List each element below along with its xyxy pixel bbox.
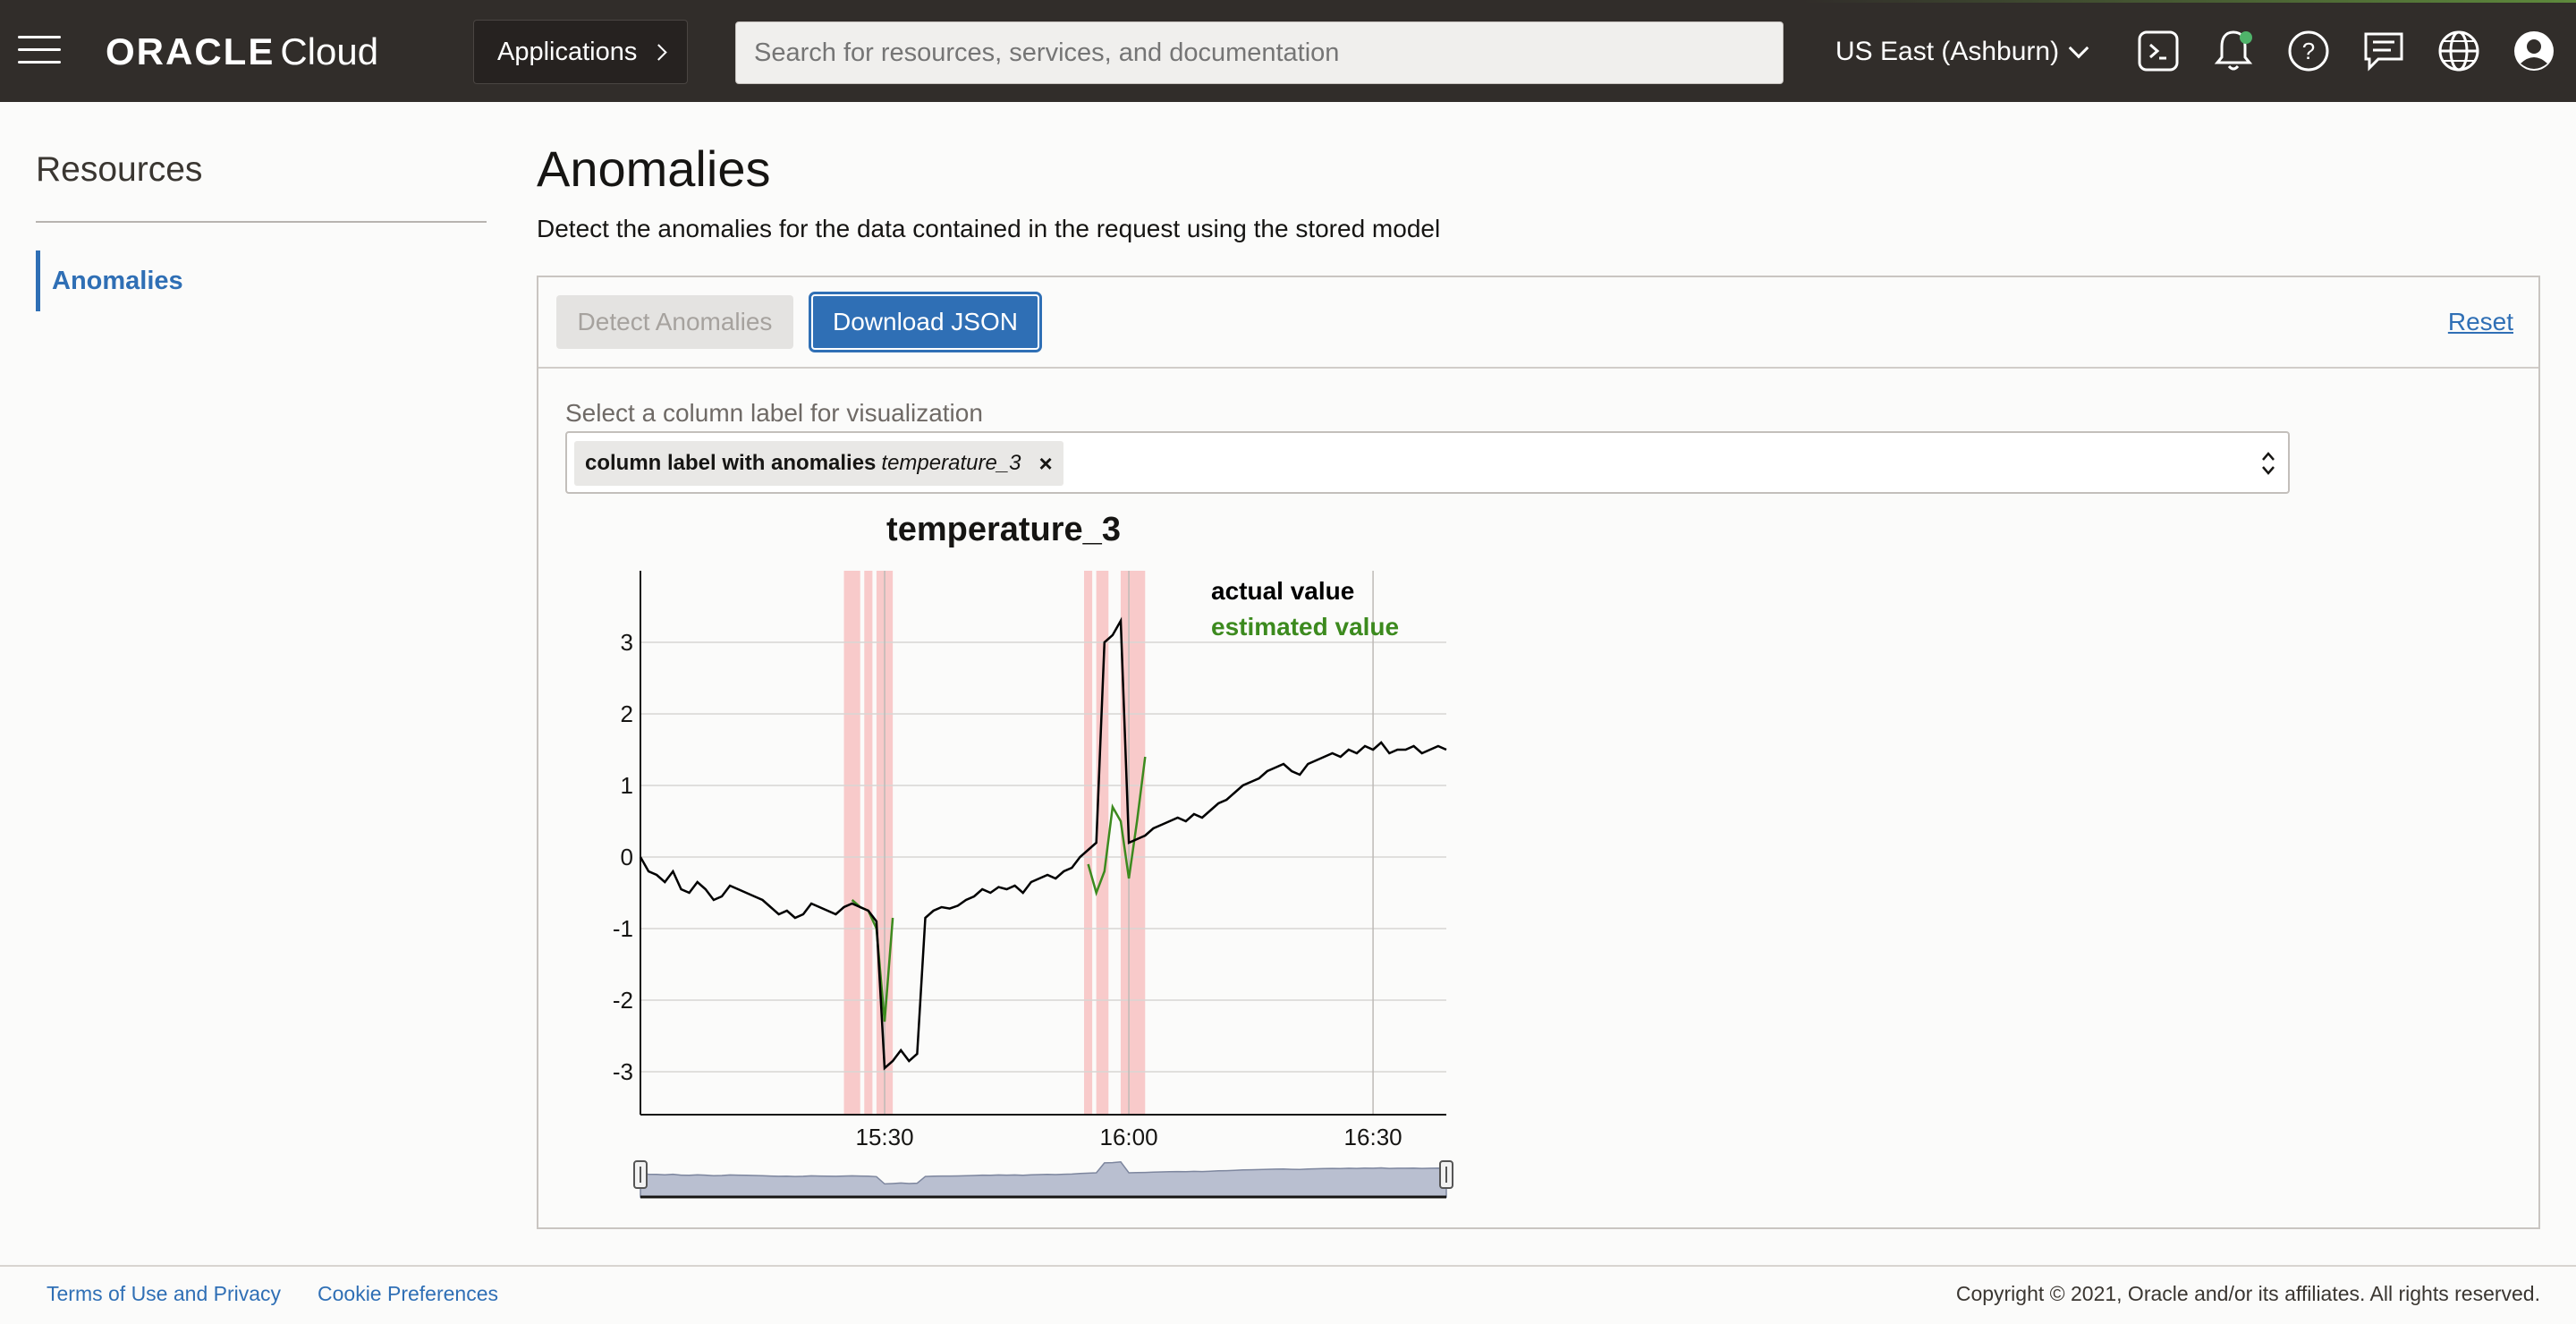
download-json-button[interactable]: Download JSON [809,292,1042,352]
temperature-chart[interactable]: 3 2 1 0 -1 -2 -3 15:30 16:00 16:30 temperature_3a… [565,508,1460,1224]
oracle-cloud-logo[interactable]: ORACLE Cloud [106,30,378,73]
x-tick-label: 15:30 [855,1124,913,1150]
chart-title: temperature_3 [886,511,1121,548]
region-label: US East (Ashburn) [1835,37,2060,66]
notification-bell-icon[interactable] [2209,27,2258,75]
chart-axes: 3 2 1 0 -1 -2 -3 15:30 16:00 16:30 [613,571,1446,1150]
panel-toolbar: Detect Anomalies Download JSON Reset [538,277,2538,369]
cloud-shell-icon[interactable] [2134,27,2182,75]
legend-estimated-value: estimated value [1211,613,1399,641]
actual-value-line [639,616,1447,1071]
chip-prefix: column label with anomalies [585,451,877,475]
x-tick-label: 16:00 [1100,1124,1158,1150]
y-tick-label: 0 [621,844,633,870]
search-input[interactable] [735,21,1784,84]
column-select[interactable]: column label with anomalies temperature_… [565,431,2290,494]
chart-grid [640,571,1446,1115]
navigator-area [640,1161,1447,1198]
sidebar-item-label: Anomalies [52,266,183,295]
user-profile-icon[interactable] [2510,27,2558,75]
chevron-right-icon [650,43,668,61]
copyright-text: Copyright © 2021, Oracle and/or its affi… [1955,1282,2540,1305]
y-tick-label: -3 [613,1058,633,1085]
footer-divider [0,1265,2576,1267]
range-navigator[interactable] [633,1160,1453,1199]
page-description: Detect the anomalies for the data contai… [537,215,1441,242]
chart-lines [639,616,1447,1071]
chip-remove-icon[interactable]: × [1039,450,1053,478]
x-tick-label: 16:30 [1344,1124,1402,1150]
chat-icon[interactable] [2360,27,2408,75]
sidebar-divider [36,221,487,223]
menu-icon[interactable] [18,36,61,66]
help-icon[interactable]: ? [2284,27,2333,75]
anomaly-band [843,571,860,1115]
y-tick-label: 2 [621,700,633,727]
sidebar-item-anomalies[interactable]: Anomalies [36,250,487,311]
top-navigation-bar: ORACLECloud Applications US East (Ashbur… [0,0,2576,102]
chip-value: temperature_3 [881,451,1021,475]
anomaly-band [864,571,873,1115]
language-globe-icon[interactable] [2435,27,2483,75]
region-selector[interactable]: US East (Ashburn) [1835,30,2089,73]
column-select-label: Select a column label for visualization [565,399,983,427]
brand-cloud: Cloud [280,30,379,72]
applications-button[interactable]: Applications [473,20,688,84]
y-tick-label: 3 [621,629,633,656]
applications-label: Applications [497,37,638,66]
select-arrows-icon [2262,452,2275,475]
terms-link[interactable]: Terms of Use and Privacy [47,1282,281,1306]
detect-anomalies-button[interactable]: Detect Anomalies [556,295,793,349]
y-tick-label: -2 [613,987,633,1014]
reset-link[interactable]: Reset [2448,308,2513,336]
anomaly-band [1084,571,1093,1115]
selected-column-chip: column label with anomalies temperature_… [574,441,1063,486]
svg-text:?: ? [2302,38,2315,64]
chart-container: 3 2 1 0 -1 -2 -3 15:30 16:00 16:30 temperature_3a… [565,508,1460,1224]
anomaly-band [1096,571,1109,1115]
page-title: Anomalies [537,140,771,197]
chevron-down-icon [2068,38,2089,59]
brand-oracle: ORACLE [106,30,275,72]
sidebar-title: Resources [36,150,203,189]
legend-actual-value: actual value [1211,577,1354,605]
y-tick-label: -1 [613,915,633,942]
cookie-preferences-link[interactable]: Cookie Preferences [318,1282,498,1306]
anomalies-panel: Detect Anomalies Download JSON Reset Sel… [537,276,2540,1229]
anomaly-bands [843,571,1146,1115]
y-tick-label: 1 [621,772,633,799]
header-accent-line [0,0,2576,3]
